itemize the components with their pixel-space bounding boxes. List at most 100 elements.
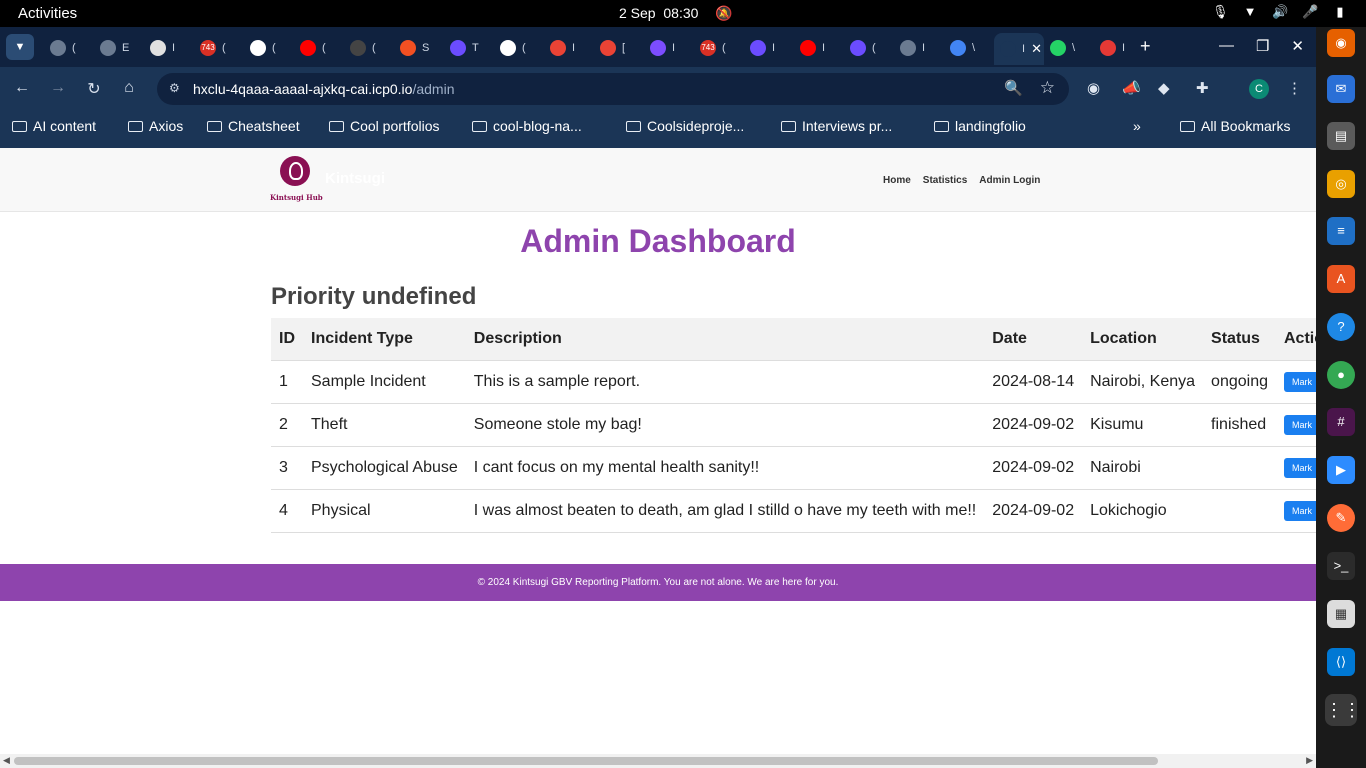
bookmark-label: Coolsideproje... xyxy=(647,118,745,134)
cell-status: finished xyxy=(1203,403,1276,447)
browser-tab[interactable]: ( xyxy=(244,35,294,61)
browser-tab[interactable]: I xyxy=(544,35,594,61)
slack-icon[interactable]: # xyxy=(1327,408,1355,436)
nav-admin-login-link[interactable]: Admin Login xyxy=(979,175,1040,186)
bookmark-folder[interactable]: Axios xyxy=(128,118,183,134)
maximize-icon[interactable]: ❐ xyxy=(1256,37,1269,55)
horizontal-scrollbar[interactable]: ◀ ▶ xyxy=(0,754,1316,768)
mark-status-button[interactable]: Mark xyxy=(1284,414,1316,435)
mark-status-button[interactable]: Mark xyxy=(1284,457,1316,478)
address-bar[interactable]: ⚙ hxclu-4qaaa-aaaal-ajxkq-cai.icp0.io/ad… xyxy=(157,73,1069,105)
scroll-left-arrow-icon[interactable]: ◀ xyxy=(3,755,10,766)
nav-home-link[interactable]: Home xyxy=(883,175,911,186)
browser-tab[interactable]: ( xyxy=(294,35,344,61)
scroll-right-arrow-icon[interactable]: ▶ xyxy=(1306,755,1313,766)
browser-tab[interactable]: \ xyxy=(1044,35,1094,61)
cell-action: Mark xyxy=(1276,489,1316,533)
terminal-icon[interactable]: >_ xyxy=(1327,552,1355,580)
browser-tab[interactable]: 743 ( xyxy=(194,35,244,61)
forward-arrow-icon[interactable]: → xyxy=(46,79,70,97)
browser-tab[interactable]: ( xyxy=(844,35,894,61)
browser-tab[interactable]: 743 ( xyxy=(694,35,744,61)
back-arrow-icon[interactable]: ← xyxy=(10,79,34,97)
browser-tab[interactable]: T xyxy=(444,35,494,61)
bookmarks-bar: » All Bookmarks AI content Axios Cheatshee… xyxy=(0,111,1316,143)
cell-type: Sample Incident xyxy=(303,360,466,404)
bookmark-folder[interactable]: Cheatsheet xyxy=(207,118,300,134)
bookmark-folder[interactable]: landingfolio xyxy=(934,118,1026,134)
bookmarks-overflow-icon[interactable]: » xyxy=(1133,118,1141,134)
browser-tab[interactable]: ( xyxy=(44,35,94,61)
table-row: 2 Theft Someone stole my bag! 2024-09-02 Kis… xyxy=(271,403,1316,447)
browser-tab[interactable]: ( xyxy=(344,35,394,61)
browser-tab[interactable]: \ xyxy=(944,35,994,61)
chatgpt-icon xyxy=(250,40,266,56)
browser-tab[interactable]: I xyxy=(794,35,844,61)
new-tab-plus-icon[interactable]: + xyxy=(1140,36,1151,57)
bookmark-folder[interactable]: Coolsideproje... xyxy=(626,118,744,134)
table-row: 1 Sample Incident This is a sample report.… xyxy=(271,360,1316,404)
browser-tab[interactable]: E xyxy=(94,35,144,61)
help-icon[interactable]: ? xyxy=(1327,313,1355,341)
tab-search-dropdown[interactable]: ▼ xyxy=(6,34,34,60)
app-center-icon[interactable]: A xyxy=(1327,265,1355,293)
bookmark-folder[interactable]: Cool portfolios xyxy=(329,118,440,134)
megaphone-extension-icon[interactable]: 📣 xyxy=(1122,79,1141,97)
extensions-puzzle-icon[interactable]: ✚ xyxy=(1196,79,1209,97)
rhythmbox-icon[interactable]: ◎ xyxy=(1327,170,1355,198)
url-text[interactable]: hxclu-4qaaa-aaaal-ajxkq-cai.icp0.io/admi… xyxy=(193,81,455,97)
close-tab-icon[interactable]: ✕ xyxy=(1031,41,1042,57)
system-tray[interactable]: 🎙 ▼ 🔊 🎤 ▮ xyxy=(1212,4,1348,20)
bookmark-label: Cool portfolios xyxy=(350,118,440,134)
document-viewer-icon[interactable]: ▦ xyxy=(1327,600,1355,628)
browser-tab[interactable]: [ xyxy=(594,35,644,61)
browser-tab[interactable]: I xyxy=(744,35,794,61)
grammarly-extension-icon[interactable]: ◉ xyxy=(1087,79,1100,97)
vscode-icon[interactable]: ⟨⟩ xyxy=(1327,648,1355,676)
brand-name[interactable]: Kintsugi xyxy=(325,170,385,187)
graduation-extension-icon[interactable]: ◆ xyxy=(1158,79,1170,97)
scrollbar-thumb[interactable] xyxy=(14,757,1158,765)
browser-tab[interactable]: I ✕ xyxy=(994,33,1044,65)
browser-tab[interactable]: I xyxy=(644,35,694,61)
tab-title: I xyxy=(1122,42,1126,54)
table-row: 4 Physical I was almost beaten to death, a… xyxy=(271,489,1316,533)
mark-status-button[interactable]: Mark xyxy=(1284,500,1316,521)
zoom-app-icon[interactable]: ▶ xyxy=(1327,456,1355,484)
close-icon[interactable]: ✕ xyxy=(1291,37,1304,55)
browser-tab[interactable]: I xyxy=(144,35,194,61)
bookmark-folder[interactable]: cool-blog-na... xyxy=(472,118,582,134)
browser-tab[interactable]: ( xyxy=(494,35,544,61)
writer-icon[interactable]: ≡ xyxy=(1327,217,1355,245)
notifications-muted-icon[interactable]: 🔕 xyxy=(715,5,732,22)
browser-tab[interactable]: I xyxy=(1094,35,1144,61)
files-icon[interactable]: ▤ xyxy=(1327,122,1355,150)
browser-tab[interactable]: S xyxy=(394,35,444,61)
thunderbird-icon[interactable]: ✉ xyxy=(1327,75,1355,103)
clock[interactable]: 2 Sep 08:30 xyxy=(619,5,698,21)
nav-statistics-link[interactable]: Statistics xyxy=(923,175,967,186)
bookmark-folder[interactable]: AI content xyxy=(12,118,96,134)
browser-tab[interactable]: I xyxy=(894,35,944,61)
activities-button[interactable]: Activities xyxy=(18,5,77,22)
tab-title: ( xyxy=(222,42,226,54)
firefox-icon[interactable]: ◉ xyxy=(1327,29,1355,57)
cell-action: Mark xyxy=(1276,360,1316,404)
minimize-icon[interactable]: — xyxy=(1219,37,1234,55)
all-bookmarks-folder[interactable]: All Bookmarks xyxy=(1180,118,1290,134)
mark-status-button[interactable]: Mark xyxy=(1284,371,1316,392)
kintsugi-logo-icon[interactable] xyxy=(280,156,310,186)
bookmark-star-icon[interactable]: ☆ xyxy=(1040,78,1055,98)
postman-icon[interactable]: ✎ xyxy=(1327,504,1355,532)
chrome-icon[interactable]: ● xyxy=(1327,361,1355,389)
zoom-icon[interactable]: 🔍 xyxy=(1004,79,1023,97)
site-settings-icon[interactable]: ⚙ xyxy=(169,81,180,95)
home-icon[interactable]: ⌂ xyxy=(117,79,141,97)
reload-icon[interactable]: ↻ xyxy=(82,79,106,99)
show-apps-grid-icon[interactable]: ⋮⋮⋮ xyxy=(1325,694,1366,726)
profile-avatar[interactable]: C xyxy=(1249,79,1269,99)
tab-title: E xyxy=(122,42,130,54)
table-header-row: ID Incident Type Description Date Location St… xyxy=(271,318,1316,361)
bookmark-folder[interactable]: Interviews pr... xyxy=(781,118,892,134)
kebab-menu-icon[interactable]: ⋮ xyxy=(1287,79,1302,97)
